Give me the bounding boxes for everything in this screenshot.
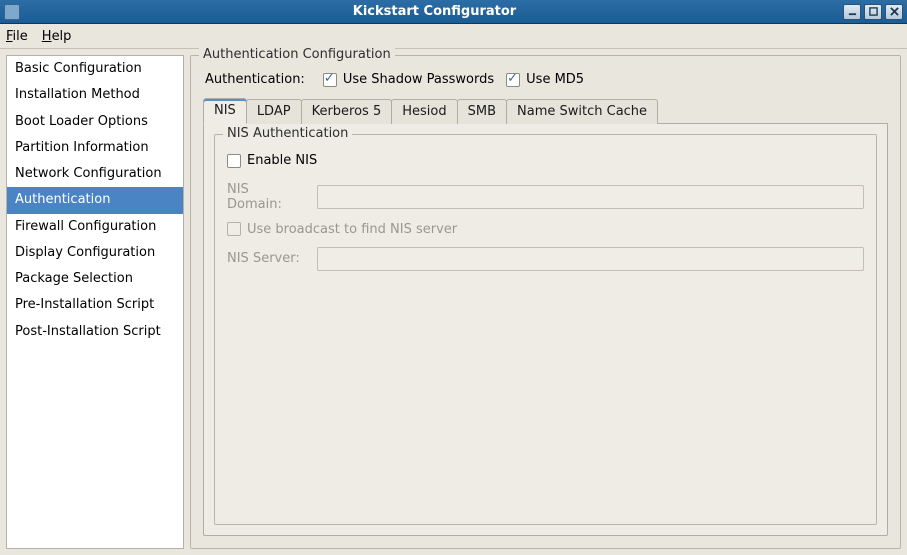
sidebar-item-pre-installation-script[interactable]: Pre-Installation Script [7, 292, 183, 318]
sidebar: Basic Configuration Installation Method … [6, 55, 184, 549]
group-title: Authentication Configuration [199, 47, 395, 62]
sidebar-item-installation-method[interactable]: Installation Method [7, 82, 183, 108]
nis-server-input[interactable] [317, 247, 864, 271]
nis-server-row: NIS Server: [227, 247, 864, 271]
sidebar-item-network-configuration[interactable]: Network Configuration [7, 161, 183, 187]
nis-domain-row: NIS Domain: [227, 182, 864, 212]
use-md5-label: Use MD5 [526, 72, 584, 87]
use-broadcast-checkbox[interactable]: Use broadcast to find NIS server [227, 222, 457, 237]
menu-help-rest: elp [52, 29, 72, 44]
menu-help[interactable]: Help [42, 29, 72, 44]
enable-nis-label: Enable NIS [247, 153, 317, 168]
content-area: Authentication Configuration Authenticat… [190, 55, 901, 549]
tab-ldap[interactable]: LDAP [246, 99, 302, 124]
tab-kerberos5[interactable]: Kerberos 5 [301, 99, 393, 124]
use-shadow-passwords-label: Use Shadow Passwords [343, 72, 494, 87]
nis-group-title: NIS Authentication [223, 126, 352, 141]
client-area: Basic Configuration Installation Method … [0, 49, 907, 555]
maximize-button[interactable] [864, 4, 882, 20]
nis-domain-label: NIS Domain: [227, 182, 307, 212]
maximize-icon [869, 7, 878, 16]
sidebar-item-display-configuration[interactable]: Display Configuration [7, 240, 183, 266]
checkbox-icon [506, 73, 520, 87]
window-title: Kickstart Configurator [26, 4, 843, 19]
menubar: File Help [0, 24, 907, 49]
sidebar-item-basic-configuration[interactable]: Basic Configuration [7, 56, 183, 82]
tab-smb[interactable]: SMB [457, 99, 507, 124]
tab-hesiod[interactable]: Hesiod [391, 99, 457, 124]
auth-tabs: NIS LDAP Kerberos 5 Hesiod SMB Name Swit… [203, 97, 888, 124]
enable-nis-checkbox[interactable]: Enable NIS [227, 153, 317, 168]
minimize-button[interactable] [843, 4, 861, 20]
sidebar-item-partition-information[interactable]: Partition Information [7, 135, 183, 161]
sidebar-item-post-installation-script[interactable]: Post-Installation Script [7, 319, 183, 345]
use-broadcast-row: Use broadcast to find NIS server [227, 222, 864, 237]
nis-domain-input[interactable] [317, 185, 864, 209]
nis-authentication-group: NIS Authentication Enable NIS NIS Domain… [214, 134, 877, 525]
checkbox-icon [323, 73, 337, 87]
close-icon [890, 7, 899, 16]
window-titlebar: Kickstart Configurator [0, 0, 907, 24]
use-shadow-passwords-checkbox[interactable]: Use Shadow Passwords [323, 72, 494, 87]
use-broadcast-label: Use broadcast to find NIS server [247, 222, 457, 237]
menu-file[interactable]: File [6, 29, 28, 44]
authentication-row: Authentication: Use Shadow Passwords Use… [205, 72, 888, 87]
checkbox-icon [227, 222, 241, 236]
tab-panel-nis: NIS Authentication Enable NIS NIS Domain… [203, 124, 888, 536]
use-md5-checkbox[interactable]: Use MD5 [506, 72, 584, 87]
sidebar-item-package-selection[interactable]: Package Selection [7, 266, 183, 292]
close-button[interactable] [885, 4, 903, 20]
minimize-icon [848, 7, 857, 16]
sidebar-item-authentication[interactable]: Authentication [7, 187, 183, 213]
authentication-label: Authentication: [205, 72, 305, 87]
window-controls [843, 4, 903, 20]
authentication-configuration-group: Authentication Configuration Authenticat… [190, 55, 901, 549]
sidebar-item-boot-loader-options[interactable]: Boot Loader Options [7, 109, 183, 135]
nis-server-label: NIS Server: [227, 251, 307, 266]
menu-file-rest: ile [13, 29, 28, 44]
sidebar-item-firewall-configuration[interactable]: Firewall Configuration [7, 214, 183, 240]
checkbox-icon [227, 154, 241, 168]
tab-nis[interactable]: NIS [203, 98, 247, 124]
tab-name-switch-cache[interactable]: Name Switch Cache [506, 99, 658, 124]
app-icon [4, 4, 20, 20]
